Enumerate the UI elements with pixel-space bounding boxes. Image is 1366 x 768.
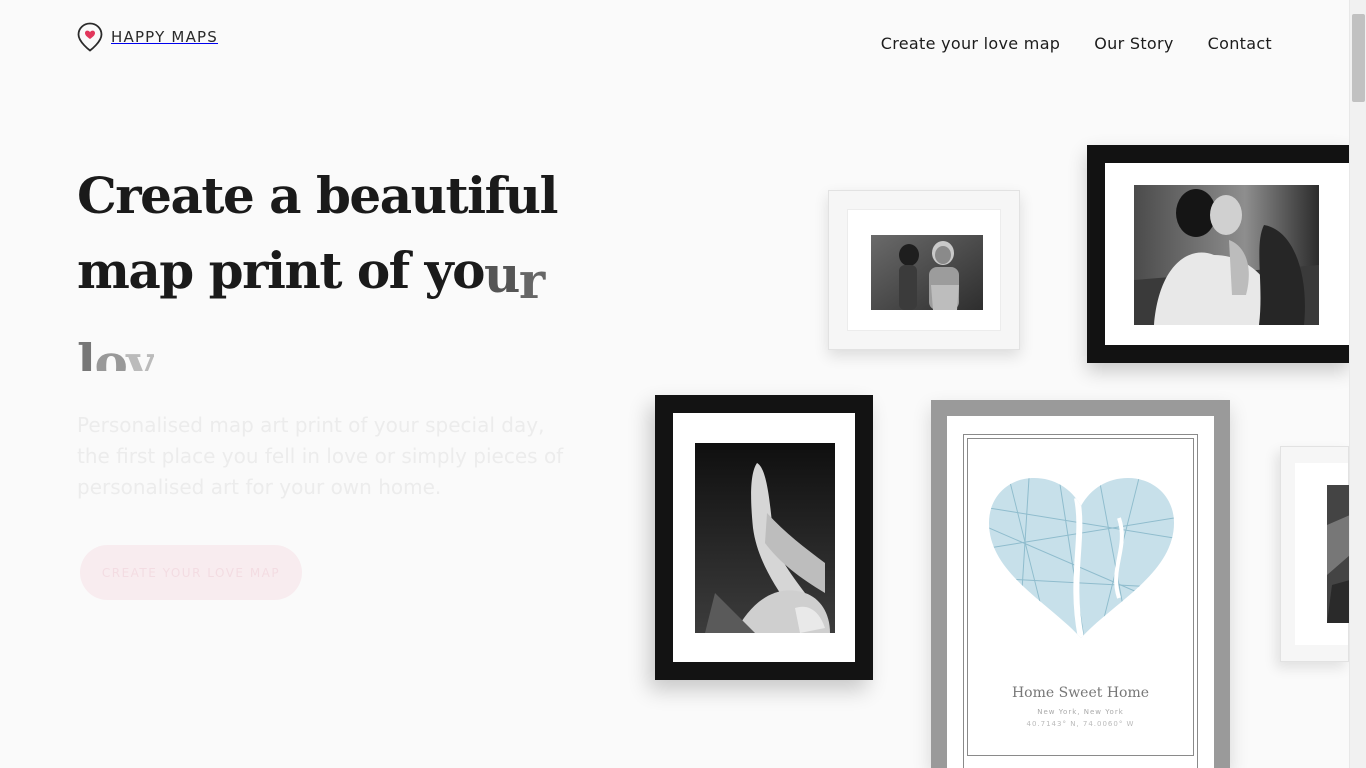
nav-our-story[interactable]: Our Story: [1094, 34, 1173, 53]
create-love-map-button[interactable]: CREATE YOUR LOVE MAP: [80, 545, 302, 600]
hero-title: Create a beautiful map print of your: [77, 158, 597, 310]
hero-title-line2: map print of your: [77, 233, 597, 310]
scrollbar-thumb[interactable]: [1352, 14, 1365, 102]
legs-photo: [695, 443, 835, 633]
hero-title-line2-main: map print of: [77, 241, 425, 300]
print-title: Home Sweet Home: [1011, 685, 1150, 701]
black-frame-large: [1087, 145, 1349, 363]
main-nav: Create your love map Our Story Contact: [881, 34, 1272, 53]
hero-title-letter-u: u: [484, 245, 520, 304]
partial-photo: [1327, 485, 1350, 623]
hero-title-letter-r: r: [518, 251, 545, 310]
grey-frame-map-print: Home Sweet Home New York, New York 40.71…: [931, 400, 1230, 768]
mother-daughter-photo: [871, 235, 983, 310]
couple-photo: [1134, 185, 1319, 325]
page-scrollbar[interactable]: [1349, 0, 1366, 768]
print-location: New York, New York: [1037, 708, 1124, 716]
map-pin-heart-icon: [77, 22, 103, 52]
hero-title-word-you: yo: [424, 241, 486, 300]
heart-map-graphic: [989, 478, 1174, 638]
black-frame-portrait: [655, 395, 873, 680]
hero-title-letter-o: o: [94, 333, 128, 371]
nav-contact[interactable]: Contact: [1208, 34, 1272, 53]
hero-title-line1: Create a beautiful: [77, 166, 558, 225]
print-coordinates: 40.7143° N, 74.0060° W: [1026, 720, 1135, 728]
nav-create-love-map[interactable]: Create your love map: [881, 34, 1061, 53]
hero-title-letter-v: v: [126, 333, 154, 371]
hero-title-letter-l: l: [77, 333, 96, 371]
logo[interactable]: HAPPY MAPS: [77, 22, 218, 52]
white-frame-edge: [1280, 446, 1350, 662]
white-frame-small: [828, 190, 1020, 350]
hero-subtitle: Personalised map art print of your speci…: [77, 413, 564, 499]
hero-title-line3-animating: lov: [77, 325, 154, 371]
brand-name: HAPPY MAPS: [111, 28, 219, 46]
